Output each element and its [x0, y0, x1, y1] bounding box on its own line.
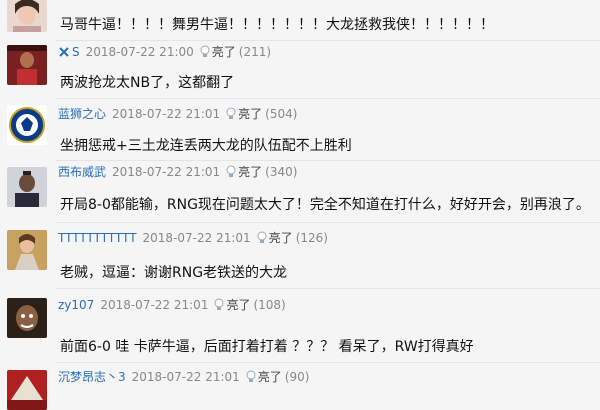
divider: [55, 288, 600, 289]
user-badge-icon: [58, 46, 70, 58]
timestamp: 2018-07-22 21:00: [85, 44, 194, 59]
like-count: (90): [284, 369, 310, 384]
timestamp: 2018-07-22 21:01: [100, 297, 209, 312]
like-button[interactable]: 亮了: [258, 368, 282, 385]
avatar[interactable]: [7, 230, 47, 270]
username[interactable]: TTTTTTTTTTT: [58, 231, 137, 245]
timestamp: 2018-07-22 21:01: [131, 369, 240, 384]
lightbulb-icon[interactable]: [200, 45, 210, 58]
comment-meta: zy107 2018-07-22 21:01 亮了 (108): [58, 296, 286, 313]
comment-meta: 蓝狮之心 2018-07-22 21:01 亮了 (504): [58, 105, 297, 122]
comment-meta: 沉梦昂志丶3 2018-07-22 21:01 亮了 (90): [58, 368, 309, 385]
timestamp: 2018-07-22 21:01: [112, 164, 221, 179]
timestamp: 2018-07-22 21:01: [112, 106, 221, 121]
lightbulb-icon[interactable]: [226, 165, 236, 178]
comment-meta: S 2018-07-22 21:00 亮了 (211): [58, 43, 271, 60]
comment-text: 马哥牛逼！！！！舞男牛逼！！！！！！！大龙拯救我侠！！！！！！: [60, 17, 494, 33]
like-count: (211): [238, 44, 272, 59]
like-button[interactable]: 亮了: [226, 296, 250, 313]
divider: [55, 160, 600, 161]
username[interactable]: 沉梦昂志丶3: [58, 368, 126, 385]
lightbulb-icon[interactable]: [257, 231, 267, 244]
like-count: (504): [265, 106, 298, 121]
comment-meta: 西布威武 2018-07-22 21:01 亮了 (340): [58, 163, 297, 180]
like-count: (126): [295, 230, 328, 245]
comment-text: 老贼，逗逼：谢谢RNG老铁送的大龙: [60, 265, 288, 281]
avatar[interactable]: [7, 167, 47, 207]
comment-feed: 马哥牛逼！！！！舞男牛逼！！！！！！！大龙拯救我侠！！！！！！ S 2018-0…: [0, 0, 600, 410]
divider: [55, 362, 600, 363]
avatar[interactable]: [7, 45, 47, 85]
lightbulb-icon[interactable]: [246, 370, 256, 383]
like-count: (340): [265, 164, 298, 179]
comment-text: 开局8-0都能输，RNG现在问题太大了！完全不知道在打什么，好好开会，别再浪了。: [60, 197, 590, 213]
comment-text: 两波抢龙太NB了，这都翻了: [60, 75, 235, 91]
divider: [55, 222, 600, 223]
like-button[interactable]: 亮了: [269, 229, 293, 246]
username[interactable]: S: [72, 45, 80, 59]
username[interactable]: 蓝狮之心: [58, 105, 106, 122]
comment-text: 坐拥惩戒+三土龙连丢两大龙的队伍配不上胜利: [60, 138, 352, 154]
lightbulb-icon[interactable]: [214, 298, 224, 311]
comment-text: 前面6-0 哇 卡萨牛逼，后面打着打着 ？？？ 看呆了，RW打得真好: [60, 339, 474, 355]
divider: [55, 40, 600, 41]
lightbulb-icon[interactable]: [226, 107, 236, 120]
like-button[interactable]: 亮了: [238, 163, 262, 180]
avatar[interactable]: [7, 370, 47, 410]
avatar[interactable]: [7, 0, 47, 32]
username[interactable]: 西布威武: [58, 163, 106, 180]
like-button[interactable]: 亮了: [238, 105, 262, 122]
comment-meta: TTTTTTTTTTT 2018-07-22 21:01 亮了 (126): [58, 229, 328, 246]
avatar[interactable]: [7, 298, 47, 338]
avatar[interactable]: [7, 105, 47, 145]
divider: [55, 98, 600, 99]
timestamp: 2018-07-22 21:01: [142, 230, 251, 245]
username[interactable]: zy107: [58, 298, 94, 312]
like-button[interactable]: 亮了: [212, 43, 236, 60]
like-count: (108): [253, 297, 286, 312]
